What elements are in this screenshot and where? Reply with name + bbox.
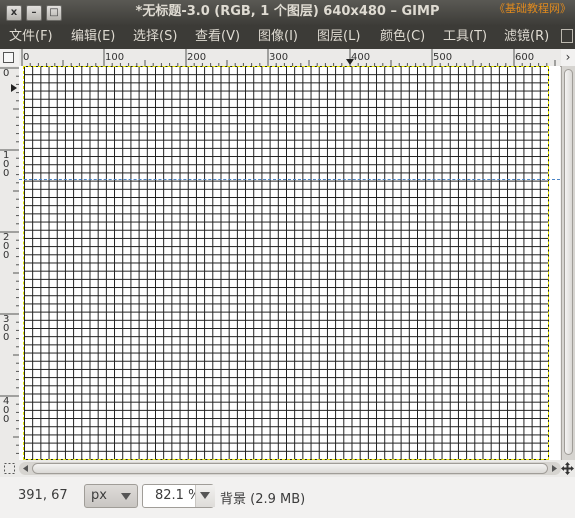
horizontal-ruler[interactable]: 0 100 200 300 400 500 600: [19, 49, 561, 67]
ruler-label-0: 0: [23, 52, 29, 63]
menu-filters[interactable]: 滤镜(R): [504, 25, 549, 49]
menu-bar: 文件(F) 编辑(E) 选择(S) 查看(V) 图像(I) 图层(L) 颜色(C…: [0, 25, 575, 49]
ruler-label-300: 300: [3, 314, 10, 343]
image-canvas[interactable]: [19, 66, 560, 460]
horizontal-scroll-row: [0, 460, 575, 477]
chevron-down-icon: [121, 493, 131, 500]
menu-view[interactable]: 查看(V): [195, 25, 240, 49]
menu-select[interactable]: 选择(S): [133, 25, 177, 49]
chevron-down-icon: [200, 492, 210, 499]
zoom-lock-icon[interactable]: [4, 463, 15, 474]
ruler-label-600: 600: [515, 52, 534, 63]
horizontal-ruler-ticks: 0 100 200 300 400 500 600: [21, 49, 556, 66]
ruler-label-400: 400: [3, 396, 10, 425]
status-message: 背景 (2.9 MB): [220, 492, 306, 507]
ruler-label-400: 400: [351, 52, 370, 63]
scroll-left-icon[interactable]: [21, 463, 31, 474]
ruler-label-100: 100: [105, 52, 124, 63]
zoom-dropdown-button[interactable]: [195, 485, 215, 507]
ruler-label-0: 0: [3, 68, 10, 79]
image-menu-arrow-icon[interactable]: ›: [561, 49, 575, 66]
menu-layer[interactable]: 图层(L): [317, 25, 360, 49]
unit-selector[interactable]: px: [84, 484, 138, 508]
unit-value: px: [91, 488, 107, 503]
window-title: *无标题-3.0 (RGB, 1 个图层) 640x480 – GIMP: [135, 4, 440, 19]
navigate-icon[interactable]: [561, 462, 574, 475]
vertical-scroll-thumb[interactable]: [564, 69, 573, 455]
scroll-right-icon[interactable]: [549, 463, 559, 474]
watermark-text: 《基础教程网》: [494, 2, 571, 15]
horizontal-scrollbar[interactable]: [19, 462, 561, 475]
ruler-label-300: 300: [269, 52, 288, 63]
menu-colors[interactable]: 颜色(C): [380, 25, 425, 49]
quick-mask-toggle[interactable]: [3, 52, 14, 63]
vertical-scrollbar[interactable]: [561, 66, 575, 460]
title-bar: x – □ *无标题-3.0 (RGB, 1 个图层) 640x480 – GI…: [0, 0, 575, 25]
pointer-marker-left-icon: [11, 84, 17, 92]
menu-tools[interactable]: 工具(T): [443, 25, 487, 49]
status-bar: 391, 67 px 82.1 % 背景 (2.9 MB): [0, 477, 575, 518]
ruler-label-500: 500: [433, 52, 452, 63]
menu-overflow-icon[interactable]: [561, 29, 573, 43]
menu-edit[interactable]: 编辑(E): [71, 25, 115, 49]
horizontal-scroll-thumb[interactable]: [32, 463, 548, 474]
menu-file[interactable]: 文件(F): [9, 25, 53, 49]
ruler-label-200: 200: [3, 232, 10, 261]
horizontal-guide[interactable]: [19, 179, 560, 180]
pointer-coordinates: 391, 67: [18, 488, 68, 503]
layer-boundary: [23, 66, 549, 460]
vertical-ruler[interactable]: 0 100 200 300 400: [0, 66, 20, 460]
ruler-label-100: 100: [3, 150, 10, 179]
zoom-value: 82.1 %: [155, 488, 201, 503]
menu-image[interactable]: 图像(I): [258, 25, 298, 49]
ruler-label-200: 200: [187, 52, 206, 63]
